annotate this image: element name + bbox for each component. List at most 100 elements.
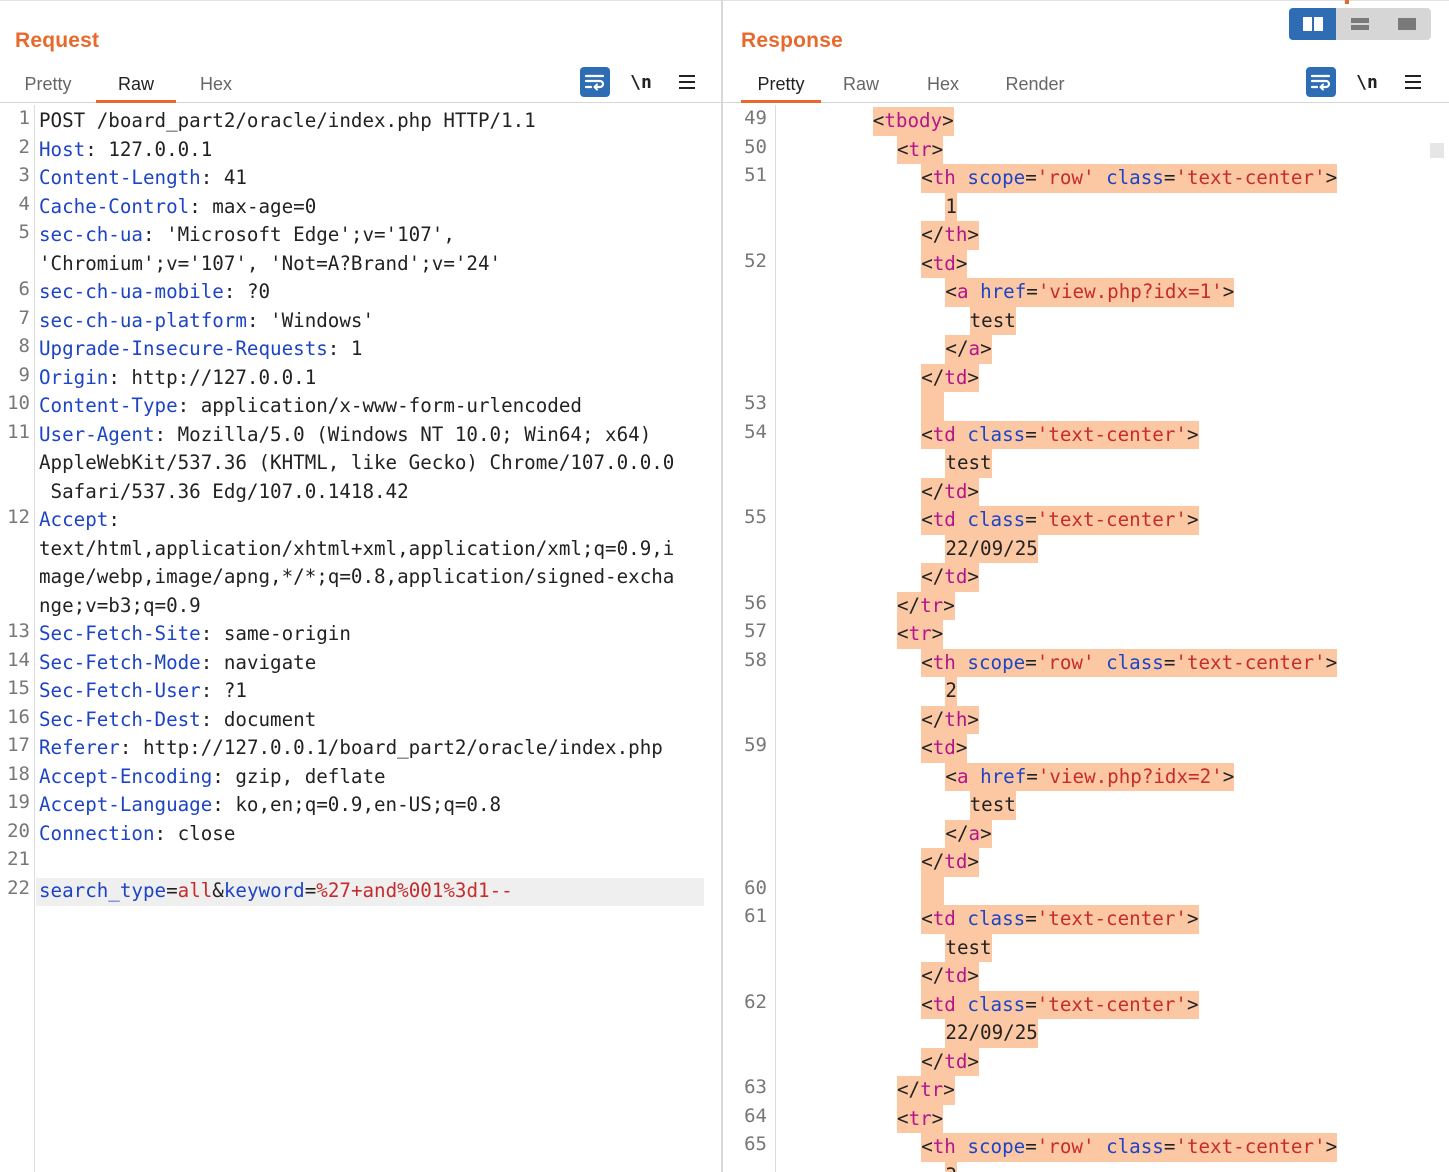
response-tabs: Pretty Raw Hex Render \n — [723, 67, 1449, 103]
request-code-line: sec-ch-ua-mobile: ?0 — [39, 278, 270, 307]
request-code-line: Accept-Encoding: gzip, deflate — [39, 763, 386, 792]
code-token: td — [944, 850, 968, 873]
line-number: 62 — [744, 990, 767, 1013]
side-by-side-layout-icon — [1302, 17, 1323, 31]
line-number: 12 — [7, 506, 30, 528]
code-token: : 'Windows' — [246, 308, 375, 332]
request-code-line: mage/webp,image/apng,*/*;q=0.8,applicati… — [39, 563, 674, 592]
code-token: > — [942, 109, 954, 132]
top-bottom-layout-button[interactable] — [1336, 8, 1383, 40]
code-token: : gzip, deflate — [212, 764, 386, 788]
code-token: 'text-center' — [1175, 1135, 1326, 1158]
response-code-line: <tr> — [897, 135, 944, 164]
code-token: </ — [921, 365, 945, 389]
code-token: > — [1186, 508, 1199, 531]
response-code-line: </a> — [945, 819, 992, 848]
response-editor[interactable]: 49 50 51 52 53 54 55 56 57 58 59 60 61 62 63 64 65 <tbod… — [723, 105, 1449, 1172]
code-token: </ — [897, 593, 921, 617]
response-code-line: <td class='text-center'> — [921, 905, 1199, 934]
request-tabs: Pretty Raw Hex \n — [0, 67, 721, 103]
request-wrap-lines-button[interactable] — [580, 67, 610, 97]
request-code-line: User-Agent: Mozilla/5.0 (Windows NT 10.0… — [39, 421, 651, 450]
response-menu-button[interactable] — [1398, 67, 1428, 97]
wrap-lines-icon — [1310, 74, 1331, 91]
response-code-line: </th> — [921, 221, 979, 250]
code-token: > — [967, 964, 979, 987]
code-token: = — [304, 878, 317, 902]
response-code-line: test — [945, 933, 992, 962]
request-tab-hex[interactable]: Hex — [186, 67, 246, 103]
response-tab-hex[interactable]: Hex — [913, 67, 973, 103]
code-token: : 127.0.0.1 — [85, 137, 213, 161]
code-token: 'text-center' — [1036, 907, 1187, 930]
code-token: > — [943, 593, 955, 617]
line-number: 52 — [744, 249, 767, 272]
code-token: 'row' — [1036, 1135, 1095, 1158]
code-token: > — [967, 707, 979, 731]
code-token: = — [1025, 992, 1037, 1016]
code-token: < — [897, 622, 909, 645]
line-number: 60 — [744, 876, 767, 899]
code-token: < — [945, 764, 957, 788]
request-code-line: Sec-Fetch-User: ?1 — [39, 677, 247, 706]
code-token: class — [967, 508, 1026, 531]
request-newline-toggle[interactable]: \n — [626, 67, 656, 97]
code-token: < — [921, 992, 933, 1016]
code-token: 'text-center' — [1036, 992, 1187, 1016]
request-menu-button[interactable] — [672, 67, 702, 97]
line-number: 14 — [7, 648, 30, 671]
code-token: < — [921, 736, 933, 759]
request-code-line: Origin: http://127.0.0.1 — [39, 364, 316, 393]
code-token: test — [969, 793, 1016, 816]
line-number: 51 — [744, 164, 767, 186]
code-token: 'Chromium';v='107', 'Not=A?Brand';v='24' — [39, 251, 502, 275]
code-token: </ — [945, 337, 969, 360]
line-number: 10 — [7, 392, 30, 414]
code-token: class — [1106, 650, 1164, 674]
side-by-side-layout-button[interactable] — [1289, 8, 1337, 40]
code-token: : navigate — [200, 650, 317, 674]
line-number: 1 — [18, 107, 30, 129]
code-token: < — [921, 650, 933, 674]
code-token: > — [967, 850, 979, 873]
request-editor[interactable]: 1 2 3 4 5 6 7 8 9 10 11 12 13 14 15 16 17 18 19 20 21 22 POST… — [0, 105, 721, 1172]
response-code-line: </td> — [921, 1047, 979, 1076]
single-pane-layout-button[interactable] — [1384, 8, 1431, 40]
code-token: > — [1325, 650, 1338, 674]
code-token: < — [921, 251, 933, 275]
code-token: scope — [967, 650, 1026, 674]
code-token: sec-ch-ua-mobile — [39, 280, 224, 303]
code-token: Safari/537.36 Edg/107.0.1418.42 — [39, 479, 409, 503]
request-tab-pretty[interactable]: Pretty — [6, 67, 90, 103]
code-token: td — [932, 992, 956, 1016]
request-code-line: Accept-Language: ko,en;q=0.9,en-US;q=0.8 — [39, 791, 501, 820]
response-code-line: 2 — [945, 677, 957, 706]
code-token: > — [980, 821, 992, 845]
code-token: tbody — [884, 109, 943, 132]
code-token: th — [932, 650, 956, 674]
response-scrollbar-thumb[interactable] — [1430, 143, 1444, 158]
code-token: href — [980, 280, 1027, 303]
line-number: 57 — [744, 620, 767, 642]
code-token: sec-ch-ua-platform — [39, 308, 247, 332]
response-tab-render[interactable]: Render — [993, 67, 1077, 103]
response-code-line: <td> — [921, 734, 968, 763]
response-code-line — [921, 876, 945, 905]
response-tab-pretty[interactable]: Pretty — [741, 67, 821, 103]
response-wrap-lines-button[interactable] — [1306, 67, 1336, 97]
response-code-line: 22/09/25 — [945, 1019, 1038, 1048]
response-newline-toggle[interactable]: \n — [1352, 67, 1382, 97]
response-tab-raw[interactable]: Raw — [833, 67, 889, 103]
code-token: < — [921, 422, 933, 446]
response-code-line: <tr> — [897, 1104, 944, 1133]
response-code-line: </td> — [921, 848, 979, 877]
single-pane-layout-icon — [1398, 18, 1417, 30]
code-token: > — [967, 1049, 979, 1073]
code-token: </ — [921, 1049, 945, 1073]
request-tab-raw[interactable]: Raw — [96, 67, 176, 103]
code-token: class — [967, 422, 1026, 446]
code-token: mage/webp,image/apng,*/*;q=0.8,applicati… — [39, 565, 675, 588]
code-token: tr — [908, 1106, 932, 1130]
